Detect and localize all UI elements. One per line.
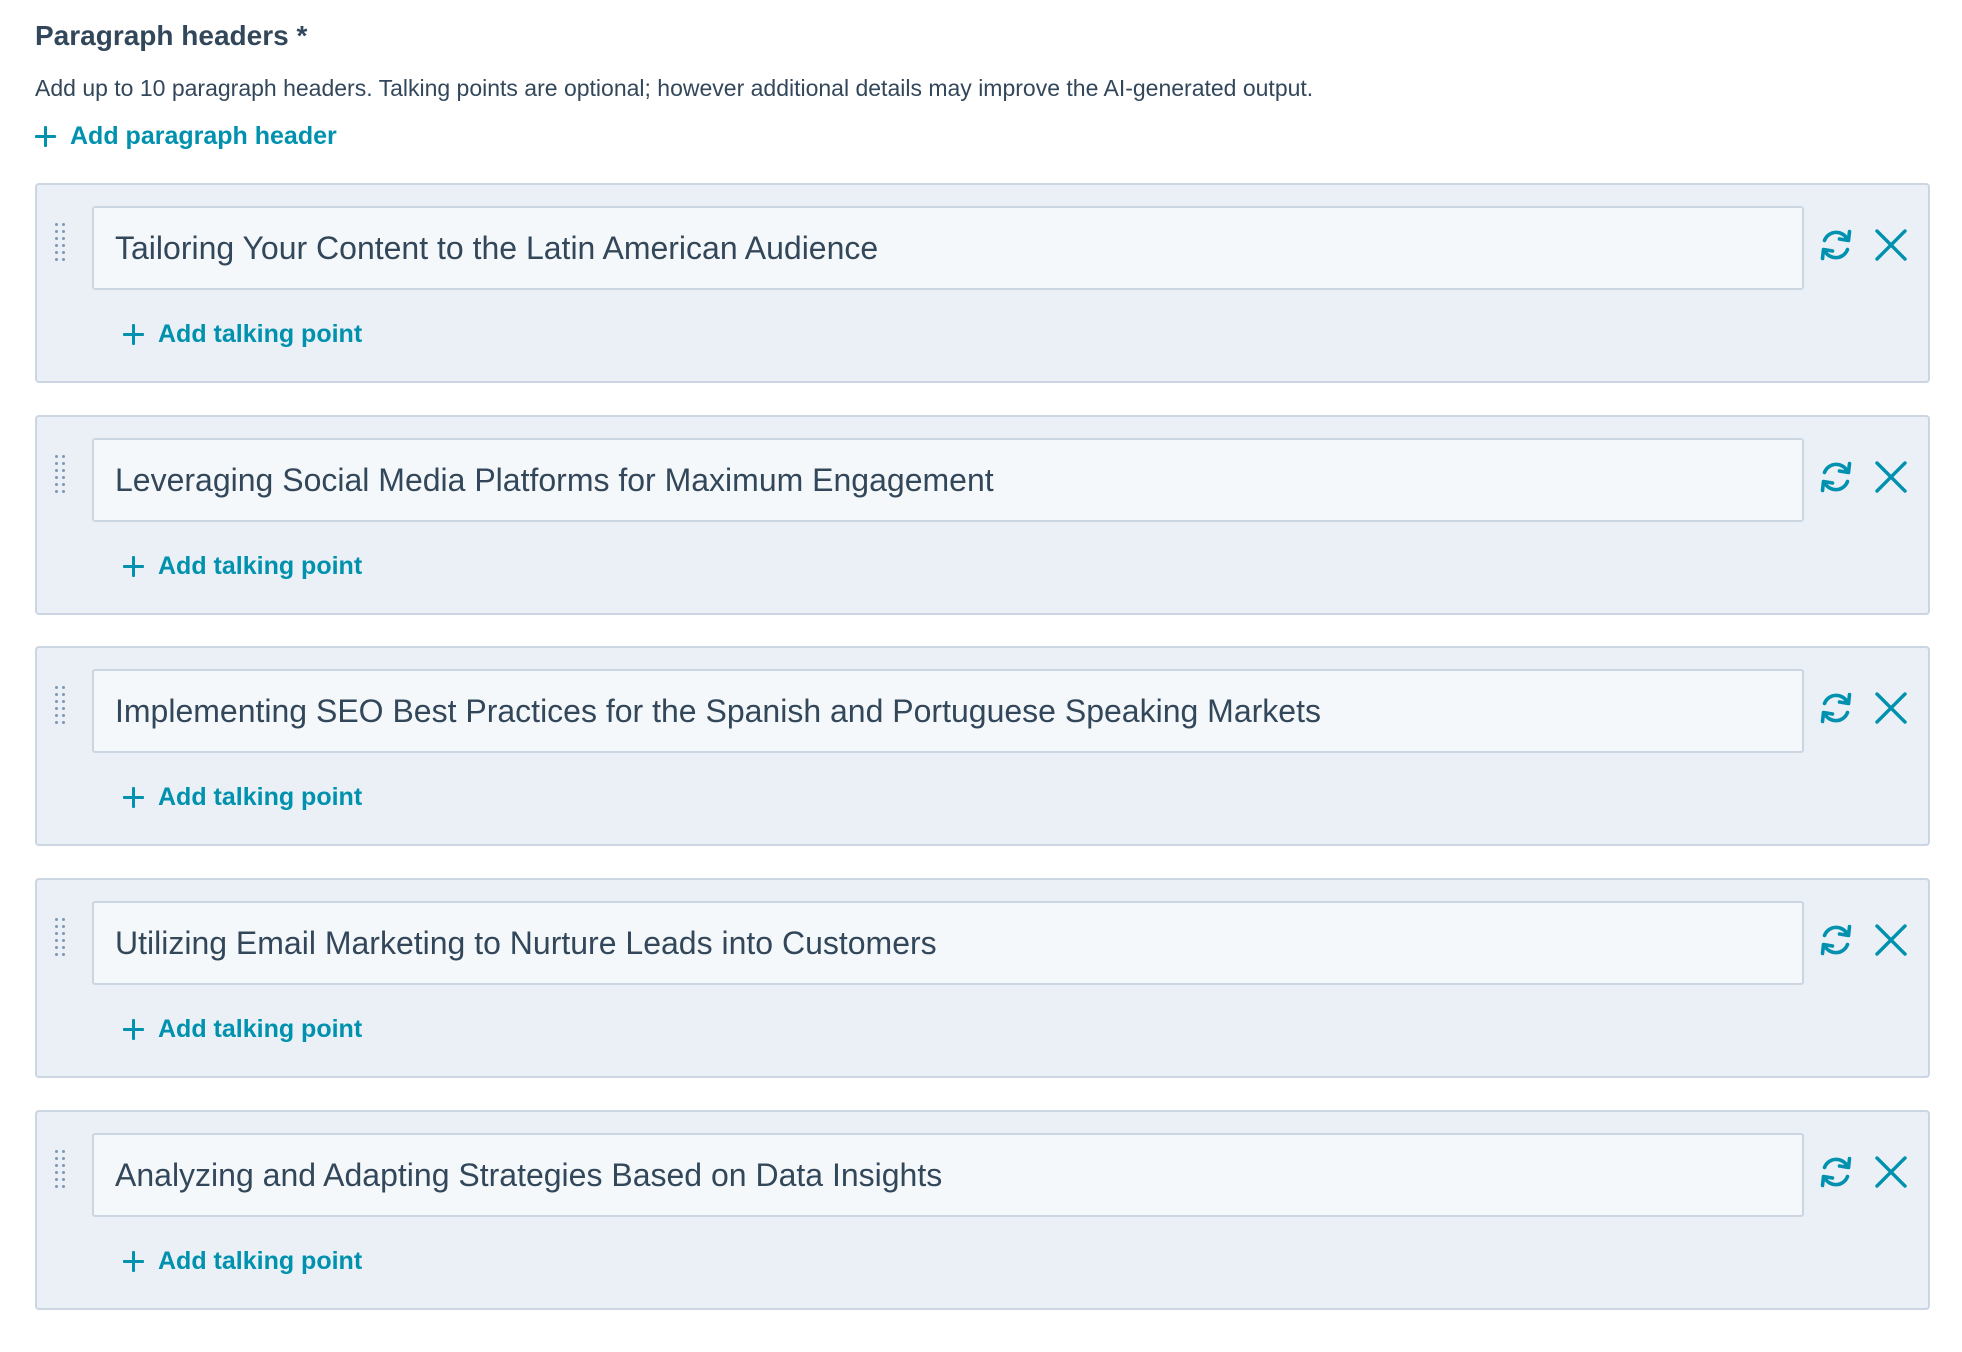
add-talking-point-label: Add talking point: [158, 320, 363, 348]
close-icon[interactable]: [1873, 1154, 1909, 1190]
add-paragraph-header-label: Add paragraph header: [70, 122, 337, 150]
plus-icon: [123, 787, 144, 808]
refresh-icon[interactable]: [1816, 1152, 1856, 1192]
refresh-icon[interactable]: [1816, 920, 1856, 960]
refresh-icon[interactable]: [1816, 225, 1856, 265]
drag-handle-icon[interactable]: [53, 684, 69, 728]
add-talking-point-button[interactable]: Add talking point: [123, 1247, 362, 1276]
paragraph-header-input[interactable]: [92, 1133, 1804, 1217]
plus-icon: [123, 1251, 144, 1272]
close-icon[interactable]: [1873, 922, 1909, 958]
add-talking-point-label: Add talking point: [158, 1247, 363, 1275]
add-talking-point-button[interactable]: Add talking point: [123, 552, 362, 581]
add-talking-point-label: Add talking point: [158, 783, 363, 811]
drag-handle-icon[interactable]: [53, 916, 69, 960]
drag-handle-icon[interactable]: [53, 221, 69, 265]
paragraph-header-input[interactable]: [92, 669, 1804, 753]
close-icon[interactable]: [1873, 227, 1909, 263]
close-icon[interactable]: [1873, 690, 1909, 726]
paragraph-header-card: Add talking point: [35, 415, 1930, 615]
refresh-icon[interactable]: [1816, 457, 1856, 497]
paragraph-header-input[interactable]: [92, 901, 1804, 985]
drag-handle-icon[interactable]: [53, 1148, 69, 1192]
add-talking-point-button[interactable]: Add talking point: [123, 783, 362, 812]
close-icon[interactable]: [1873, 459, 1909, 495]
drag-handle-icon[interactable]: [53, 453, 69, 497]
add-talking-point-label: Add talking point: [158, 1015, 363, 1043]
add-talking-point-button[interactable]: Add talking point: [123, 1015, 362, 1044]
plus-icon: [123, 1019, 144, 1040]
plus-icon: [35, 126, 56, 147]
paragraph-header-card: Add talking point: [35, 183, 1930, 383]
add-talking-point-label: Add talking point: [158, 552, 363, 580]
paragraph-header-card: Add talking point: [35, 1110, 1930, 1310]
section-description: Add up to 10 paragraph headers. Talking …: [35, 75, 1314, 101]
paragraph-header-card: Add talking point: [35, 646, 1930, 846]
add-paragraph-header-button[interactable]: Add paragraph header: [35, 122, 337, 151]
add-talking-point-button[interactable]: Add talking point: [123, 320, 362, 349]
refresh-icon[interactable]: [1816, 688, 1856, 728]
plus-icon: [123, 556, 144, 577]
plus-icon: [123, 324, 144, 345]
paragraph-header-input[interactable]: [92, 438, 1804, 522]
paragraph-header-input[interactable]: [92, 206, 1804, 290]
paragraph-header-card: Add talking point: [35, 878, 1930, 1078]
section-title: Paragraph headers *: [35, 20, 308, 51]
